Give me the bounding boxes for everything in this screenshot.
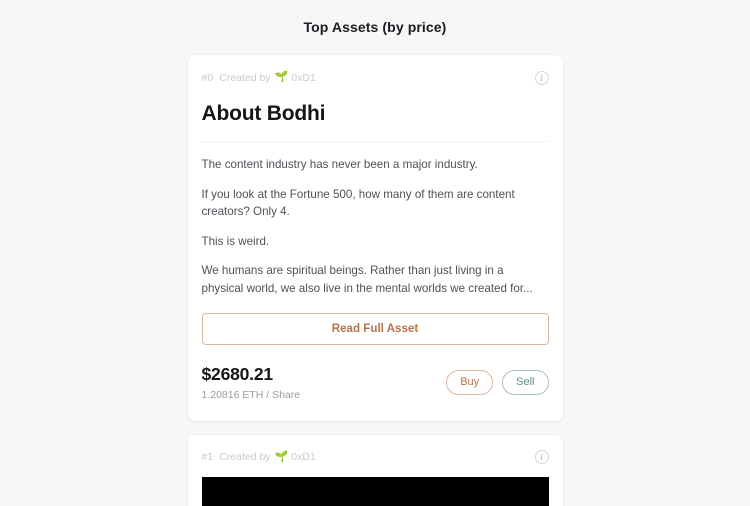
asset-paragraph: We humans are spiritual beings. Rather t… — [201, 264, 533, 296]
card-meta-row: #1 Created by 🌱 0xD1 i — [188, 435, 563, 465]
card-meta-row: #0 Created by 🌱 0xD1 i — [188, 55, 563, 85]
fractal-tree-artwork — [201, 476, 549, 506]
asset-paragraph: This is weird. — [201, 234, 270, 248]
asset-card[interactable]: #0 Created by 🌱 0xD1 i About Bodhi The c… — [187, 55, 563, 421]
info-icon[interactable]: i — [534, 450, 549, 465]
asset-title: About Bodhi — [201, 102, 326, 125]
asset-artwork — [201, 476, 549, 506]
sprout-icon: 🌱 — [274, 450, 289, 463]
read-full-asset-button[interactable]: Read Full Asset — [201, 312, 549, 345]
trade-button-group: Buy Sell — [446, 369, 549, 395]
price-row: $2680.21 1.20816 ETH / Share Buy Sell — [188, 345, 563, 421]
asset-paragraph: If you look at the Fortune 500, how many… — [201, 187, 515, 219]
asset-price: $2680.21 — [201, 363, 274, 384]
creator-address[interactable]: 0xD1 — [291, 451, 316, 463]
asset-card-body: About Bodhi The content industry has nev… — [188, 85, 563, 345]
title-divider — [201, 141, 549, 142]
sprout-icon: 🌱 — [274, 71, 289, 83]
page-title: Top Assets (by price) — [303, 19, 447, 35]
asset-paragraph: The content industry has never been a ma… — [201, 158, 478, 171]
asset-price-sub: 1.20816 ETH / Share — [201, 388, 301, 401]
asset-card-list: #0 Created by 🌱 0xD1 i About Bodhi The c… — [187, 35, 563, 506]
info-icon[interactable]: i — [534, 70, 549, 85]
creator-address[interactable]: 0xD1 — [291, 72, 316, 84]
buy-button[interactable]: Buy — [446, 369, 494, 395]
created-by-label: Created by — [219, 71, 271, 84]
asset-card[interactable]: #1 Created by 🌱 0xD1 i — [187, 434, 563, 506]
price-block: $2680.21 1.20816 ETH / Share — [202, 364, 447, 401]
sell-button[interactable]: Sell — [502, 369, 549, 395]
page-root: Top Assets (by price) #0 Created by 🌱 0x… — [0, 0, 750, 506]
asset-index-label: #0 — [201, 71, 214, 84]
asset-index-label: #1 — [201, 451, 214, 464]
created-by-label: Created by — [219, 451, 271, 464]
